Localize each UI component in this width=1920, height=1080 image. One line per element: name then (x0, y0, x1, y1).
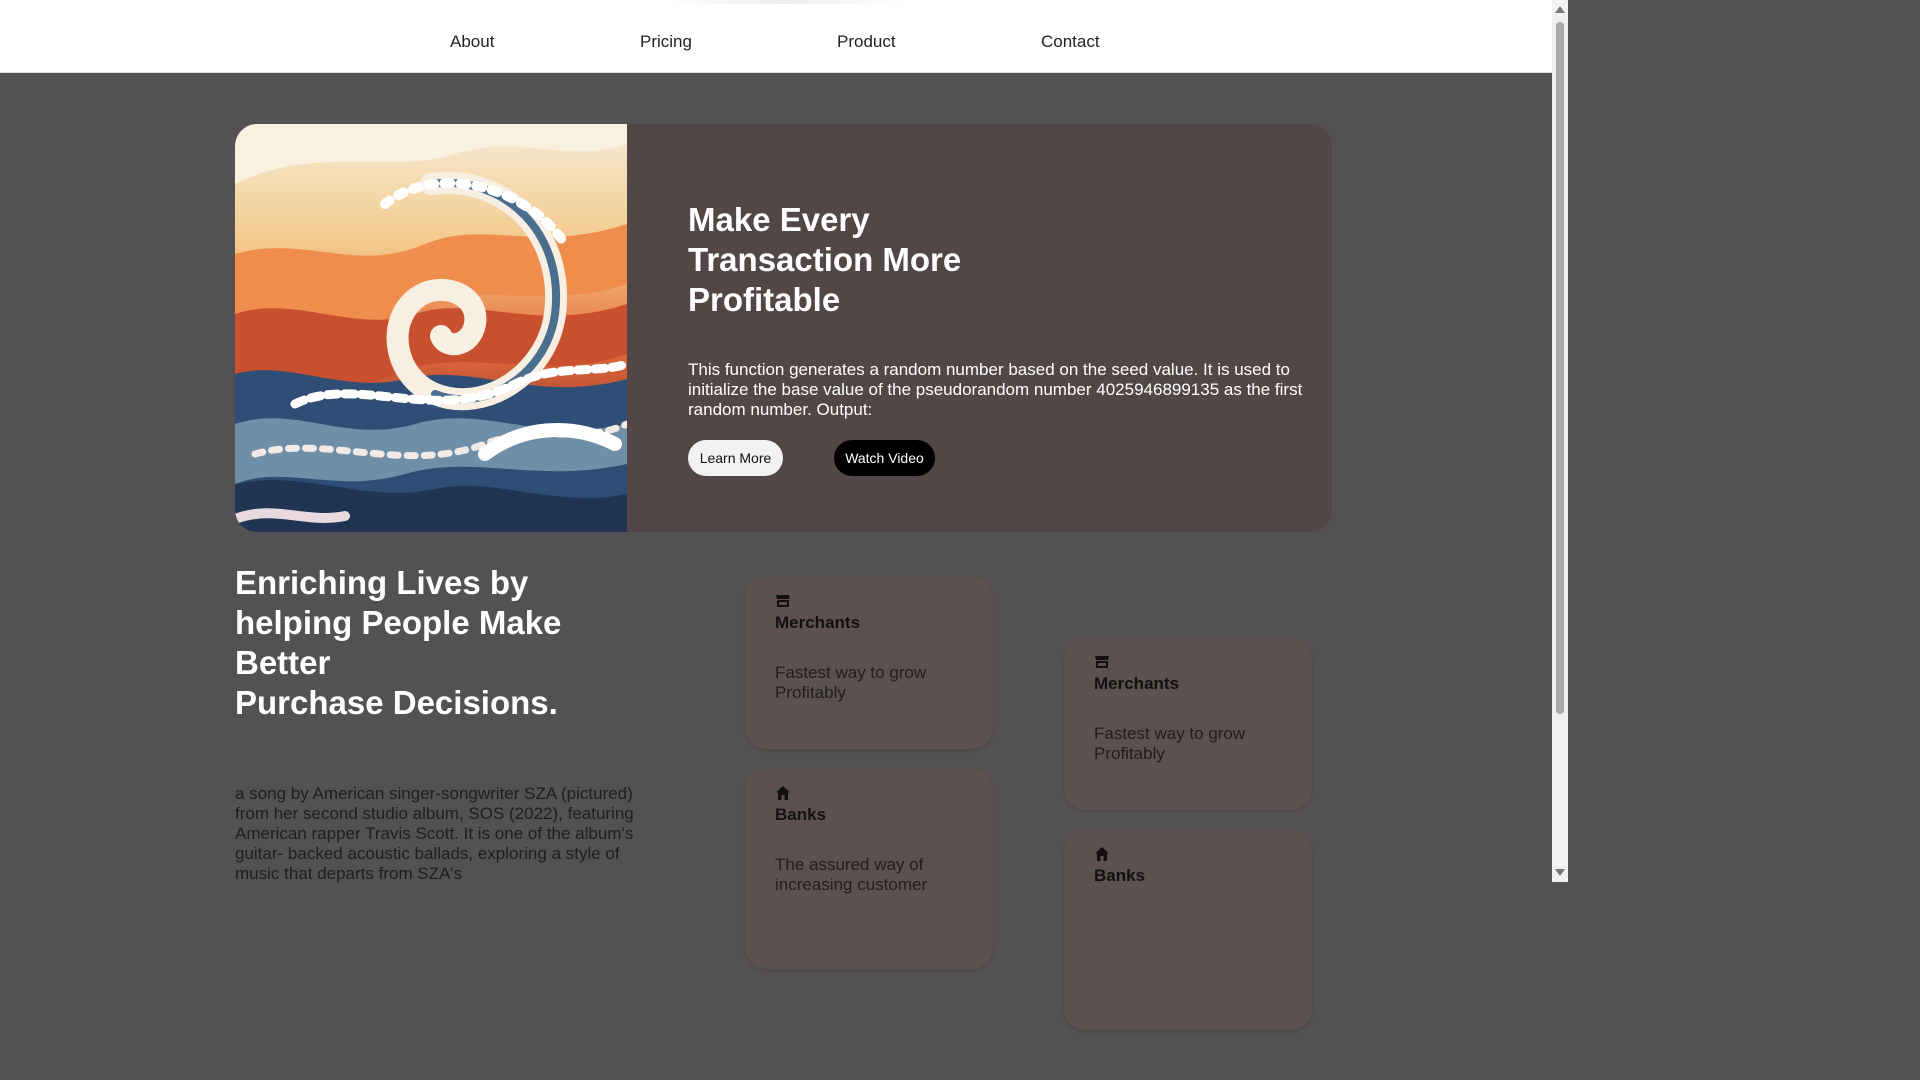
scroll-up-arrow-icon[interactable] (1555, 6, 1565, 13)
watch-video-button[interactable]: Watch Video (834, 440, 935, 476)
hero-card: Make Every Transaction More Profitable T… (235, 124, 1332, 532)
card-text: Fastest way to grow Profitably (775, 663, 927, 702)
vertical-scrollbar[interactable] (1552, 0, 1568, 882)
section-title-line-2: Purchase Decisions. (235, 684, 558, 721)
hero-description: This function generates a random number … (688, 360, 1303, 419)
card-title: Banks (1094, 866, 1146, 885)
section-body-text: a song by American singer-songwriter SZA… (235, 784, 634, 883)
card-title: Merchants (775, 613, 861, 632)
store-icon (1095, 656, 1109, 668)
section-title: Enriching Lives by helping People Make B… (235, 563, 615, 723)
nav-link-contact[interactable]: Contact (1041, 31, 1100, 53)
nav-link-pricing[interactable]: Pricing (640, 31, 692, 53)
hero-title: Make Every Transaction More Profitable (688, 201, 962, 318)
hero-wave-illustration (235, 124, 627, 532)
card-text: Fastest way to grow Profitably (1094, 724, 1246, 763)
scroll-down-arrow-icon[interactable] (1555, 869, 1565, 876)
nav-shadow-decoration (665, 0, 905, 4)
home-icon (776, 786, 790, 800)
home-icon (1095, 847, 1109, 861)
card-title: Banks (775, 805, 827, 824)
card-title: Merchants (1094, 674, 1180, 693)
nav-link-product[interactable]: Product (837, 31, 896, 53)
feature-card-banks: Banks The assured way of increasing cust… (745, 769, 993, 969)
feature-card-merchants: Merchants Fastest way to grow Profitably (745, 577, 993, 749)
scrollbar-thumb[interactable] (1556, 22, 1564, 714)
nav-link-about[interactable]: About (450, 31, 494, 53)
top-navigation: About Pricing Product Contact (0, 0, 1552, 73)
card-text: The assured way of increasing customer (775, 855, 928, 894)
store-icon (776, 595, 790, 607)
feature-card-banks-2: Banks (1064, 830, 1312, 1030)
learn-more-button[interactable]: Learn More (688, 440, 783, 476)
section-title-line-1: Enriching Lives by helping People Make B… (235, 564, 562, 681)
feature-card-merchants-2: Merchants Fastest way to grow Profitably (1064, 638, 1312, 810)
